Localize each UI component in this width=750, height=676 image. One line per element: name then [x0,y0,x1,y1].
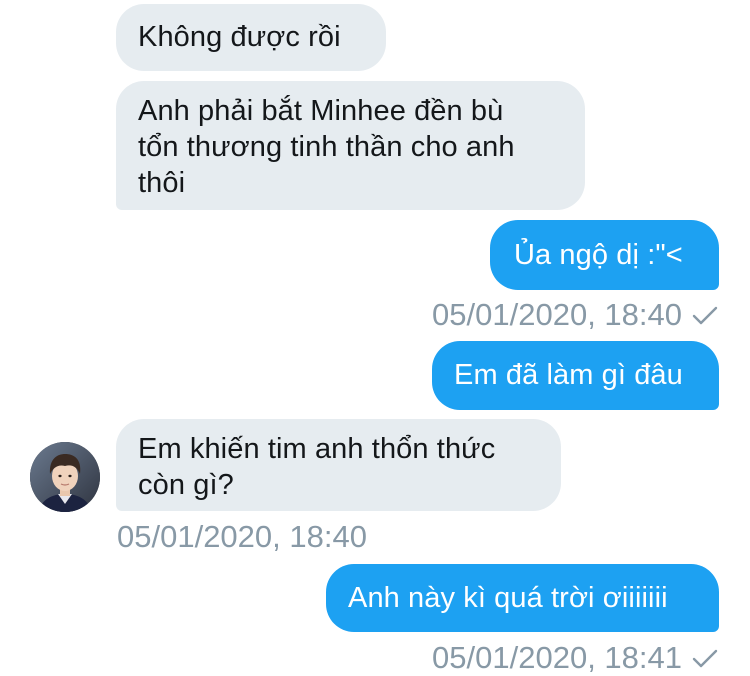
message-text-line: tổn thương tinh thần cho anh [138,131,515,163]
message-text-line: Em khiến tim anh thổn thức [138,433,496,465]
message-timestamp: 05/01/2020, 18:40 [117,519,367,555]
timestamp-text: 05/01/2020, 18:40 [432,297,682,332]
check-icon [692,649,718,668]
message-text-line: thôi [138,167,186,199]
message-bubble-incoming[interactable]: Anh phải bắt Minhee đền bù tổn thương ti… [116,81,585,210]
timestamp-text: 05/01/2020, 18:40 [117,519,367,554]
avatar[interactable] [30,442,100,512]
message-text: Em đã làm gì đâu [454,359,683,391]
message-bubble-outgoing[interactable]: Ủa ngộ dị :"< [490,220,719,290]
message-text: Anh này kì quá trời ơiiiiiii [348,582,668,614]
timestamp-text: 05/01/2020, 18:41 [432,640,682,675]
avatar-image [30,442,100,512]
message-text: Không được rồi [138,21,341,53]
check-icon [692,306,718,325]
message-text: Ủa ngộ dị :"< [514,239,683,271]
message-text-line: còn gì? [138,469,234,501]
message-bubble-incoming[interactable]: Em khiến tim anh thổn thức còn gì? [116,419,561,511]
message-bubble-incoming[interactable]: Không được rồi [116,4,386,71]
message-timestamp: 05/01/2020, 18:40 [432,297,718,333]
message-bubble-outgoing[interactable]: Em đã làm gì đâu [432,341,719,410]
message-text-line: Anh phải bắt Minhee đền bù [138,95,504,127]
message-bubble-outgoing[interactable]: Anh này kì quá trời ơiiiiiii [326,564,719,632]
message-timestamp: 05/01/2020, 18:41 [432,640,718,676]
